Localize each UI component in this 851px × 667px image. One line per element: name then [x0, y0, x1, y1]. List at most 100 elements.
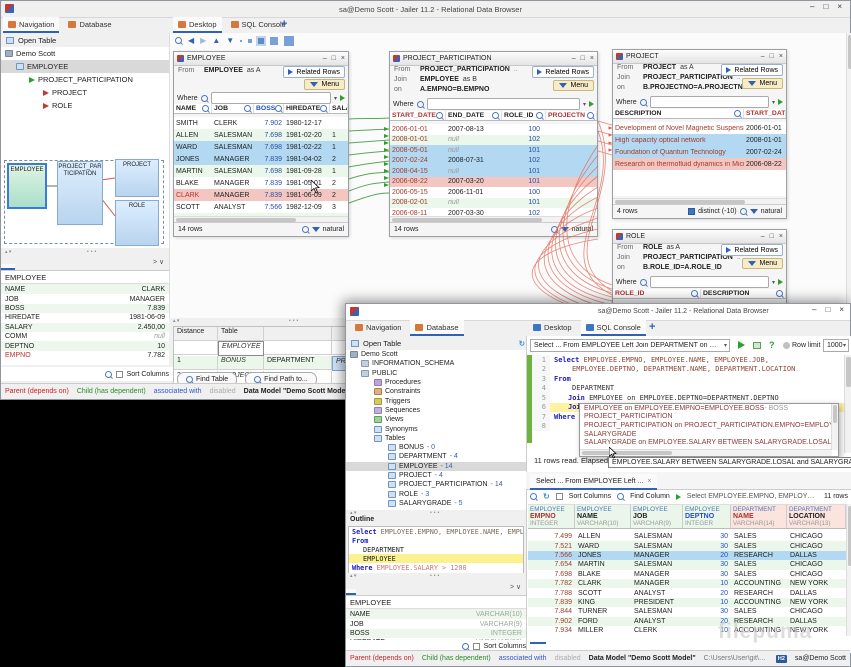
- thumbnail-size-4-icon[interactable]: [270, 36, 279, 45]
- find-column-label[interactable]: Find Column: [630, 493, 670, 500]
- down-icon[interactable]: ▼: [226, 36, 234, 45]
- column-filter-icon[interactable]: [320, 105, 328, 112]
- tree-item[interactable]: PROJECT - 4: [346, 471, 526, 480]
- minimize-button[interactable]: –: [572, 55, 576, 62]
- sort-mode-label[interactable]: natural: [323, 226, 344, 233]
- back-icon[interactable]: ◀: [188, 36, 194, 45]
- tree-item[interactable]: PROJECT_PARTICIPATION - 14: [346, 480, 526, 489]
- table-row[interactable]: BLAKE MANAGER 7.839 1981-05-01 2: [174, 177, 348, 189]
- data-model-label[interactable]: Data Model "Demo Scott Model": [589, 655, 696, 662]
- menu-button[interactable]: Menu: [742, 258, 783, 269]
- tree-item[interactable]: Procedures: [346, 378, 526, 387]
- details-tab[interactable]: [29, 264, 43, 270]
- table-row[interactable]: JONES MANAGER 7.839 1981-04-02 2: [174, 153, 348, 165]
- zoom-icon[interactable]: [175, 37, 182, 44]
- tab[interactable]: Database: [410, 320, 464, 336]
- column-filter-icon[interactable]: [436, 112, 443, 119]
- sort-columns-checkbox[interactable]: [472, 642, 480, 650]
- run-icon[interactable]: [675, 493, 681, 500]
- sort-columns-checkbox[interactable]: [115, 370, 123, 378]
- column-filter-icon[interactable]: [275, 105, 283, 112]
- result-view-tab[interactable]: [548, 638, 564, 644]
- tab[interactable]: Navigation: [3, 17, 60, 33]
- search-icon[interactable]: [416, 100, 424, 108]
- data-model-label[interactable]: Data Model "Demo Scott Model": [244, 388, 351, 395]
- outline-line[interactable]: Select EMPLOYEE.EMPNO, EMPLOYEE.NAME, EM…: [349, 527, 523, 536]
- result-view-tab[interactable]: [530, 638, 546, 644]
- tree-item[interactable]: Triggers: [346, 396, 526, 405]
- close-button[interactable]: ×: [341, 55, 345, 62]
- closure-cell[interactable]: EMPLOYEE: [218, 341, 264, 356]
- frame-titlebar[interactable]: EMPLOYEE – □ ×: [174, 52, 348, 66]
- editor-line[interactable]: 3 From: [532, 374, 844, 384]
- refresh-icon[interactable]: ↻: [519, 339, 525, 348]
- sort-mode-label[interactable]: natural: [761, 208, 782, 215]
- tab[interactable]: SQL Console: [580, 320, 646, 336]
- column-header[interactable]: END_DATE: [446, 111, 502, 120]
- autocomplete-item[interactable]: SALARYGRADE: [580, 430, 838, 439]
- column-header[interactable]: START_DATE: [390, 111, 446, 120]
- details-tab[interactable]: [346, 589, 356, 595]
- table-row[interactable]: SMITH CLERK 7.902 1980-12-17: [174, 117, 348, 129]
- table-row[interactable]: Research on thermofluid dynamics in Micr…: [613, 158, 786, 170]
- search-icon[interactable]: [639, 98, 647, 106]
- related-rows-button[interactable]: Related Rows: [721, 244, 783, 256]
- tab[interactable]: Navigation: [350, 320, 406, 336]
- column-header[interactable]: DESCRIPTION: [701, 289, 786, 298]
- dropdown-icon[interactable]: ▾: [583, 101, 586, 108]
- table-row[interactable]: 2006-08-22 2007-03-20 101: [390, 176, 597, 187]
- table-row[interactable]: 2006-05-15 2006-11-01 100: [390, 187, 597, 198]
- help-icon[interactable]: ?: [769, 340, 775, 350]
- table-row[interactable]: Foundation of Quantum Technology 2007-02-…: [613, 146, 786, 158]
- tree-item[interactable]: ROLE: [1, 99, 169, 112]
- tree-item[interactable]: Demo Scott: [346, 350, 526, 359]
- sql-history-combo[interactable]: Select ... From EMPLOYEE Left Join DEPAR…: [530, 339, 730, 352]
- window2-titlebar[interactable]: sa@Demo Scott - Jailer 11.2 - Relational…: [346, 304, 850, 321]
- result-column-header[interactable]: EMPLOYEE DEPTNO INTEGER: [683, 505, 731, 528]
- open-table-button[interactable]: Open Table: [1, 33, 174, 48]
- column-header[interactable]: JOB: [212, 104, 254, 113]
- frame-titlebar[interactable]: ROLE – □ ×: [613, 230, 786, 244]
- column-header[interactable]: NAME: [174, 104, 212, 113]
- thumbnail-size-5-icon[interactable]: [284, 35, 295, 46]
- diagram-box-project[interactable]: PROJECT: [115, 159, 159, 197]
- tree-item[interactable]: EMPLOYEE - 14: [346, 461, 526, 471]
- thumbnail-size-3-icon[interactable]: [256, 35, 267, 46]
- editor-vertical-scrollbar[interactable]: [844, 355, 851, 453]
- column-header[interactable]: PROJECTN: [546, 111, 597, 120]
- menu-button[interactable]: Menu: [304, 79, 345, 90]
- close-button[interactable]: ×: [839, 305, 844, 314]
- column-header[interactable]: BOSS: [254, 104, 284, 113]
- editor-line[interactable]: 1 Select EMPLOYEE.EMPNO, EMPLOYEE.NAME, E…: [532, 355, 844, 365]
- minimize-button[interactable]: –: [761, 233, 765, 240]
- minimize-button[interactable]: –: [810, 2, 814, 11]
- diagram-box-participation[interactable]: PROJECT_PAR TICIPATION: [57, 161, 103, 225]
- close-button[interactable]: ×: [779, 233, 783, 240]
- related-rows-button[interactable]: Related Rows: [283, 66, 345, 78]
- up-icon[interactable]: ▲: [212, 36, 220, 45]
- autocomplete-item[interactable]: SALARYGRADE on EMPLOYEE.SALARY BETWEEN S…: [580, 438, 838, 447]
- tree-item[interactable]: DEPARTMENT - 4: [346, 452, 526, 461]
- column-filter-icon[interactable]: [776, 290, 783, 297]
- column-filter-icon[interactable]: [691, 290, 698, 297]
- column-header[interactable]: START_DAT: [744, 109, 786, 118]
- maximize-button[interactable]: □: [823, 2, 828, 11]
- run-sql-icon[interactable]: [738, 341, 745, 349]
- new-tab-button[interactable]: +: [649, 321, 655, 333]
- main-titlebar[interactable]: sa@Demo Scott - Jailer 11.2 - Relational…: [1, 1, 850, 18]
- refresh-icon[interactable]: ↻: [543, 492, 550, 501]
- result-row[interactable]: 7.521 WARD SALESMAN 30 SALES CHICAGO: [528, 541, 846, 551]
- maximize-button[interactable]: □: [770, 53, 774, 60]
- details-tab[interactable]: [366, 589, 376, 595]
- search-icon[interactable]: [639, 278, 647, 286]
- tree-item[interactable]: Demo Scott: [1, 47, 169, 60]
- result-row[interactable]: 7.839 KING PRESIDENT 10 ACCOUNTING NEW YORK: [528, 597, 846, 608]
- dropdown-icon[interactable]: ▾: [772, 279, 775, 286]
- column-filter-icon[interactable]: [785, 110, 786, 117]
- where-input[interactable]: [210, 92, 331, 104]
- result-row[interactable]: 7.782 CLARK MANAGER 10 ACCOUNTING NEW YORK: [528, 578, 846, 589]
- minimize-button[interactable]: –: [812, 305, 816, 314]
- details-tab[interactable]: [15, 264, 29, 270]
- autocomplete-item[interactable]: PROJECT_PARTICIPATION on PROJECT_PARTICI…: [580, 421, 838, 430]
- left-splitter-2[interactable]: ▴ ▾ •••: [346, 573, 530, 579]
